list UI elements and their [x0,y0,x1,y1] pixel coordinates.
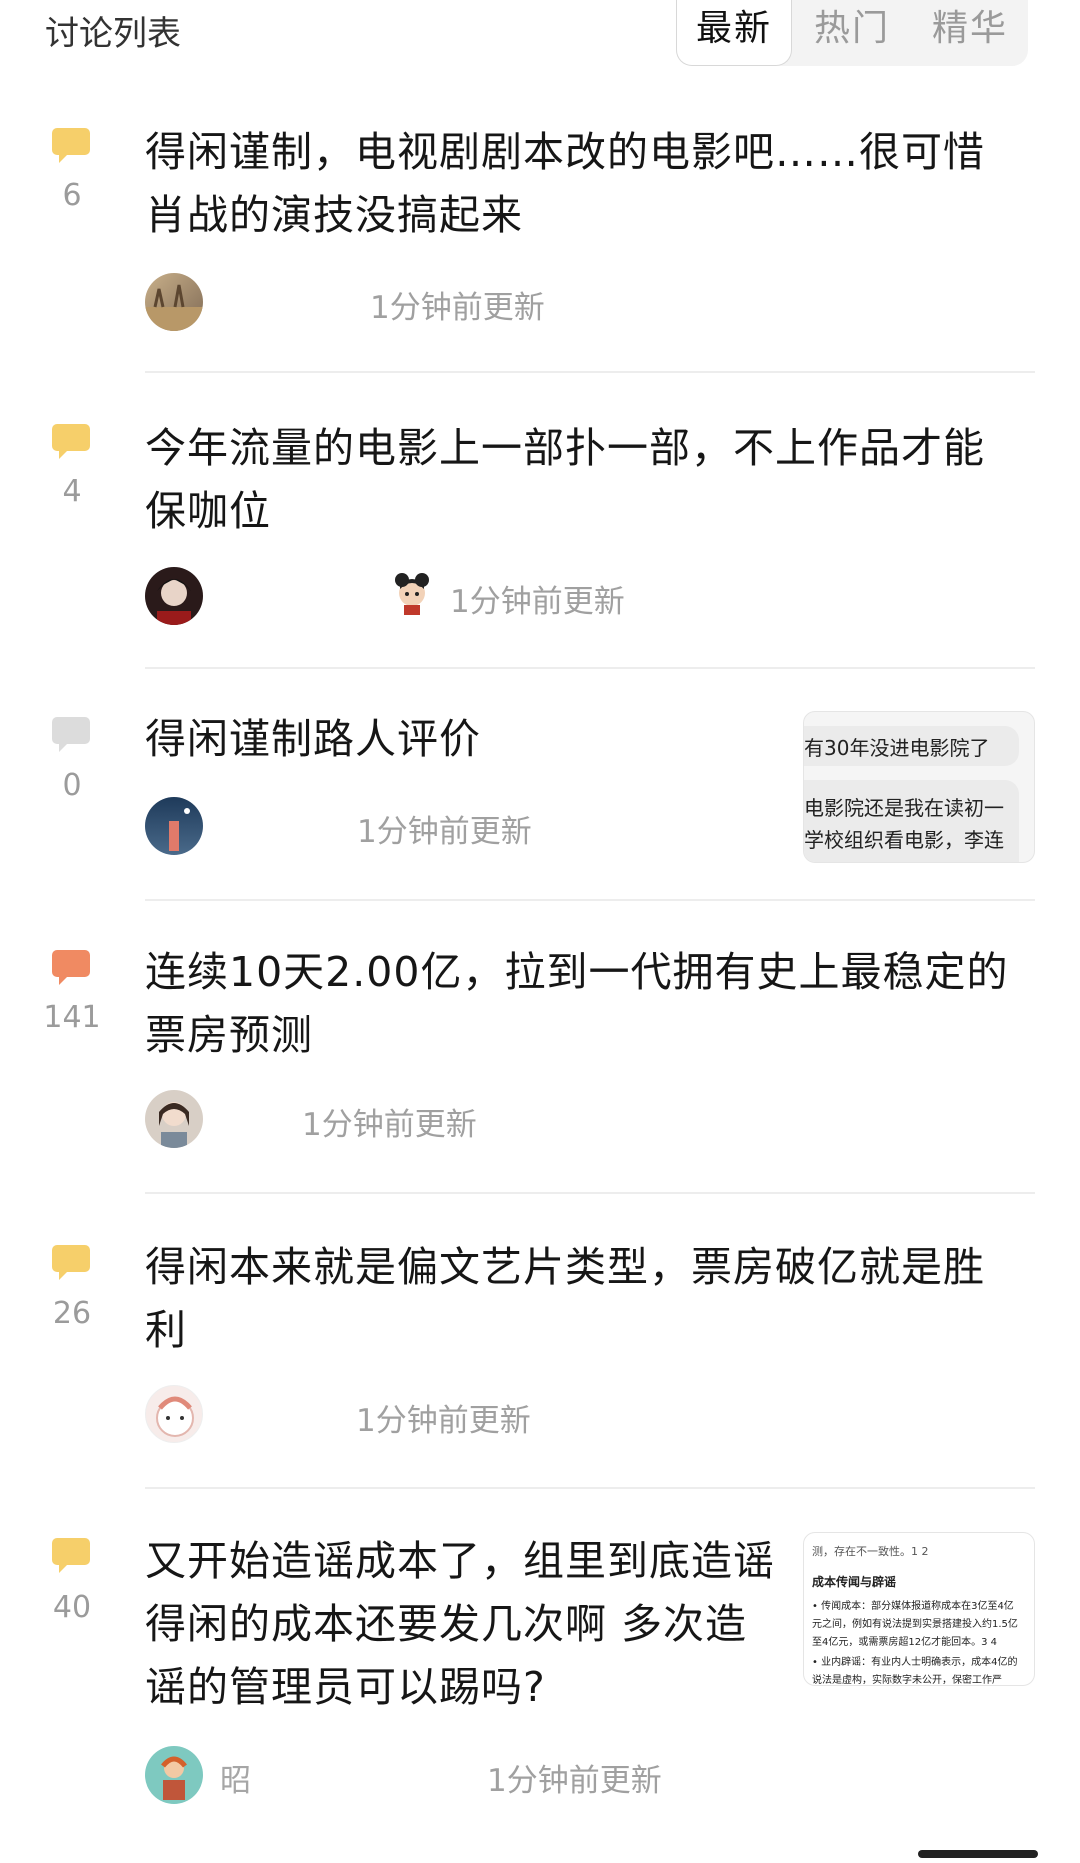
update-time: 1分钟前更新 [356,1403,531,1439]
thumbnail-text: 成本传闻与辟谣 [812,1575,897,1589]
comment-bubble-icon [52,717,90,752]
update-time: 1分钟前更新 [357,814,532,850]
thumbnail-text: 测，存在不一致性。1 2 [812,1545,929,1558]
comment-count: 141 [43,1000,101,1035]
thumbnail-text: 至4亿元，或需票房超12亿才能回本。3 4 [812,1637,997,1648]
author-name[interactable]: 昭 [220,1755,251,1800]
avatar[interactable] [145,797,203,855]
comment-bubble-icon [52,424,90,459]
post-title[interactable]: 今年流量的电影上一部扑一部，不上作品才能保咖位 [145,417,1025,543]
update-time: 1分钟前更新 [450,584,625,620]
update-time: 1分钟前更新 [487,1763,662,1799]
comment-bubble-icon [52,1538,90,1573]
post-title[interactable]: 又开始造谣成本了，组里到底造谣得闲的成本还要发几次啊 多次造谣的管理员可以踢吗? [145,1530,785,1719]
thumbnail-image[interactable]: 有30年没进电影院了 电影院还是我在读初一 学校组织看电影，李连 [803,711,1035,863]
home-indicator[interactable] [918,1850,1038,1858]
sort-tabs: 最新 热门 精华 [676,0,1028,66]
divider [145,899,1035,901]
comment-count: 40 [52,1590,92,1625]
thumbnail-text: • 传闻成本：部分媒体报道称成本在3亿至4亿 [812,1601,1014,1612]
update-time: 1分钟前更新 [302,1107,477,1143]
avatar[interactable] [145,273,203,331]
tab-featured[interactable]: 精华 [912,0,1028,66]
post-title[interactable]: 得闲本来就是偏文艺片类型，票房破亿就是胜利 [145,1236,1025,1362]
comment-bubble-icon [52,128,90,163]
thumbnail-text: 元之间，例如有说法提到实景搭建投入约1.5亿 [812,1619,1018,1630]
comment-count: 4 [62,474,82,509]
thumbnail-text: • 业内辟谣：有业内人士明确表示，成本4亿的 [812,1657,1018,1668]
thumbnail-text: 学校组织看电影，李连 [804,828,1004,852]
comment-count: 6 [62,178,82,213]
divider [145,1192,1035,1194]
divider [145,667,1035,669]
avatar[interactable] [145,1090,203,1148]
post-title[interactable]: 得闲谨制，电视剧剧本改的电影吧……很可惜肖战的演技没搞起来 [145,121,1025,247]
thumbnail-text: 电影院还是我在读初一 [804,796,1004,820]
discussion-header: 讨论列表 最新 热门 精华 [0,0,1080,70]
avatar[interactable] [145,567,203,625]
comment-bubble-icon [52,950,90,985]
comment-bubble-icon [52,1245,90,1280]
emoji-sticker-icon [395,573,429,615]
comment-count: 0 [62,768,82,803]
divider [145,1487,1035,1489]
page-title: 讨论列表 [45,14,181,54]
avatar[interactable] [145,1746,203,1804]
post-title[interactable]: 连续10天2.00亿，拉到一代拥有史上最稳定的票房预测 [145,941,1025,1067]
tab-hot[interactable]: 热门 [794,0,910,66]
thumbnail-image[interactable]: 测，存在不一致性。1 2 成本传闻与辟谣 • 传闻成本：部分媒体报道称成本在3亿… [803,1532,1035,1686]
divider [145,371,1035,373]
thumbnail-text: 说法是虚构，实际数字未公开，保密工作严 [812,1675,1002,1686]
post-title[interactable]: 得闲谨制路人评价 [145,708,765,771]
thumbnail-text: 有30年没进电影院了 [804,736,990,760]
tab-latest[interactable]: 最新 [676,0,792,66]
avatar[interactable] [145,1385,203,1443]
comment-count: 26 [52,1296,92,1331]
update-time: 1分钟前更新 [370,290,545,326]
